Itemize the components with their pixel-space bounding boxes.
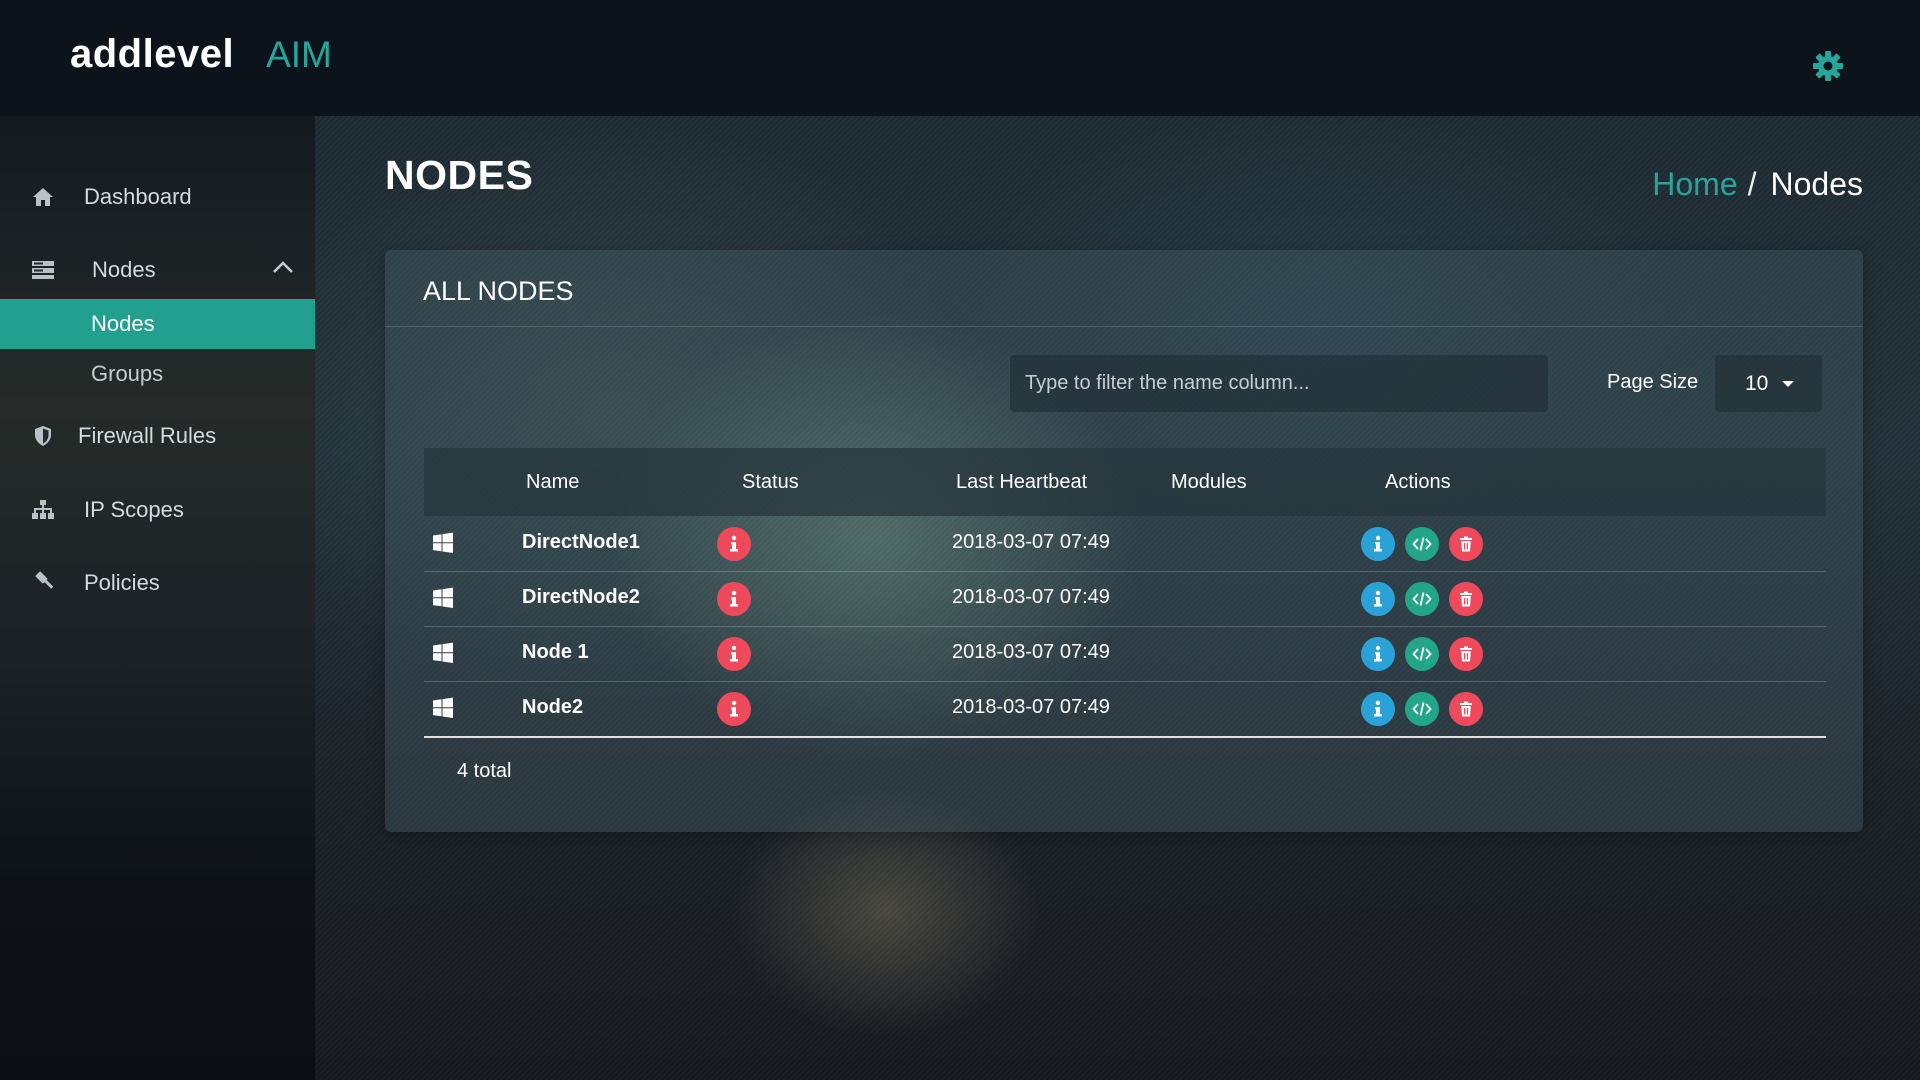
column-header-actions: Actions [1385,471,1451,493]
sidebar-item-nodes[interactable]: Nodes [0,244,315,296]
code-icon [1412,702,1432,716]
info-icon [730,590,738,607]
table-row[interactable]: Node2 2018-03-07 07:49 [424,681,1826,738]
info-icon [1374,535,1382,552]
status-error-badge[interactable] [717,692,751,726]
node-info-button[interactable] [1361,582,1395,616]
caret-down-icon [1782,380,1795,387]
sidebar-item-label: Dashboard [84,184,192,209]
node-delete-button[interactable] [1449,637,1483,671]
page-size-value: 10 [1745,371,1769,395]
node-code-button[interactable] [1405,527,1439,561]
page-size-select[interactable]: 10 [1715,355,1822,412]
card-title: ALL NODES [423,276,574,306]
brand-name: addlevel [70,32,235,76]
sidebar: Dashboard Nodes Nodes Groups Firewall Ru… [0,116,315,1080]
info-icon [1374,645,1382,662]
node-name[interactable]: DirectNode2 [522,586,640,609]
server-icon [28,257,58,283]
node-delete-button[interactable] [1449,692,1483,726]
breadcrumb-separator: / [1747,166,1757,202]
sidebar-item-label: IP Scopes [84,497,184,522]
info-icon [730,535,738,552]
column-header-last-heartbeat[interactable]: Last Heartbeat [956,471,1087,494]
table-header: Name Status Last Heartbeat Modules Actio… [424,448,1826,516]
table-row[interactable]: DirectNode2 2018-03-07 07:49 [424,571,1826,627]
all-nodes-card: ALL NODES Page Size 10 Name Status Last … [385,250,1863,832]
name-filter-input[interactable] [1010,355,1548,412]
status-error-badge[interactable] [717,637,751,671]
column-header-modules[interactable]: Modules [1171,471,1247,494]
sidebar-item-label: Nodes [92,257,156,282]
table-row[interactable]: DirectNode1 2018-03-07 07:49 [424,516,1826,572]
sitemap-icon [28,497,58,523]
windows-icon [433,642,453,663]
trash-icon [1460,701,1472,717]
node-delete-button[interactable] [1449,527,1483,561]
card-divider [385,326,1863,327]
brand-logo[interactable]: addlevel AIM [70,32,332,77]
node-name[interactable]: DirectNode1 [522,531,640,554]
windows-icon [433,532,453,553]
breadcrumb: Home / Nodes [1652,166,1863,203]
column-header-name[interactable]: Name [526,471,579,494]
chevron-up-icon[interactable] [272,260,294,274]
windows-icon [433,697,453,718]
last-heartbeat: 2018-03-07 07:49 [952,696,1110,718]
trash-icon [1460,536,1472,552]
node-code-button[interactable] [1405,582,1439,616]
node-name[interactable]: Node 1 [522,641,589,664]
info-icon [730,700,738,717]
total-count: 4 total [457,760,512,782]
page-size-label: Page Size [1607,371,1699,393]
info-icon [1374,590,1382,607]
sidebar-item-label: Policies [84,570,160,595]
status-error-badge[interactable] [717,527,751,561]
node-name[interactable]: Node2 [522,696,583,719]
info-icon [730,645,738,662]
last-heartbeat: 2018-03-07 07:49 [952,586,1110,608]
node-code-button[interactable] [1405,692,1439,726]
trash-icon [1460,646,1472,662]
home-icon [28,184,58,210]
sidebar-subitem-label: Groups [91,361,164,386]
shield-icon [28,423,58,449]
node-info-button[interactable] [1361,692,1395,726]
table-row[interactable]: Node 1 2018-03-07 07:49 [424,626,1826,682]
code-icon [1412,647,1432,661]
gavel-icon [28,570,58,596]
last-heartbeat: 2018-03-07 07:49 [952,531,1110,553]
top-bar: addlevel AIM [0,0,1920,116]
last-heartbeat: 2018-03-07 07:49 [952,641,1110,663]
page-title: NODES [385,152,534,198]
node-info-button[interactable] [1361,637,1395,671]
gear-icon[interactable] [1812,50,1844,82]
trash-icon [1460,591,1472,607]
node-delete-button[interactable] [1449,582,1483,616]
windows-icon [433,587,453,608]
node-code-button[interactable] [1405,637,1439,671]
sidebar-item-firewall-rules[interactable]: Firewall Rules [0,410,315,462]
sidebar-item-label: Firewall Rules [78,423,217,448]
node-info-button[interactable] [1361,527,1395,561]
sidebar-subitem-nodes[interactable]: Nodes [0,299,315,349]
column-header-status[interactable]: Status [742,471,799,494]
breadcrumb-home-link[interactable]: Home [1652,166,1737,203]
sidebar-item-dashboard[interactable]: Dashboard [0,171,315,223]
status-error-badge[interactable] [717,582,751,616]
breadcrumb-current: Nodes [1770,166,1864,202]
main-content: NODES Home / Nodes ALL NODES Page Size 1… [315,116,1920,1080]
sidebar-item-ip-scopes[interactable]: IP Scopes [0,484,315,536]
code-icon [1412,537,1432,551]
sidebar-item-policies[interactable]: Policies [0,557,315,609]
code-icon [1412,592,1432,606]
product-name: AIM [266,34,332,75]
sidebar-subitem-label: Nodes [91,311,155,336]
sidebar-subitem-groups[interactable]: Groups [0,349,315,399]
info-icon [1374,700,1382,717]
